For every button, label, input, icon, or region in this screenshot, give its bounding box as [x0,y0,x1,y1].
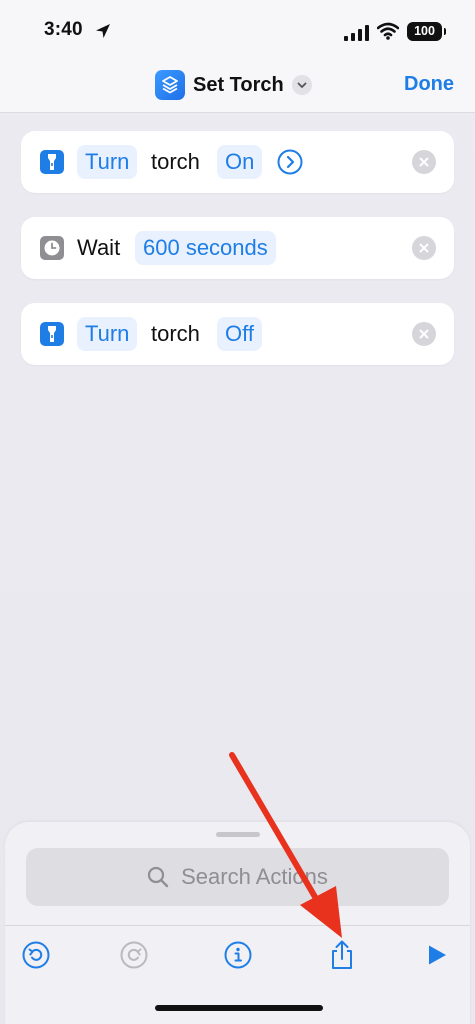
search-actions-field[interactable]: Search Actions [26,848,449,906]
wait-label: Wait [77,235,121,260]
action-card-wait[interactable]: Wait 600 seconds [21,217,454,279]
info-icon [224,941,252,969]
remove-action-button[interactable] [412,150,436,174]
remove-action-button[interactable] [412,322,436,346]
close-icon [419,243,429,253]
cellular-signal-icon [344,25,369,41]
battery-indicator: 100 [407,22,446,41]
actions-bottom-sheet: Search Actions [5,822,470,1024]
run-shortcut-button[interactable] [422,940,452,970]
info-button[interactable] [223,940,253,970]
status-time: 3:40 [44,19,83,40]
done-button[interactable]: Done [404,73,454,96]
shortcut-title-menu[interactable]: Set Torch [155,69,312,101]
chevron-down-icon [291,75,312,95]
clock-icon [40,236,64,260]
shortcuts-app-icon [155,70,185,100]
action-card-turn-torch-on[interactable]: Turn torch On [21,131,454,193]
chevron-right-circle-icon[interactable] [277,149,303,175]
toolbar-divider [5,925,470,926]
status-bar: 3:40 100 [0,0,475,62]
torch-label: torch [151,321,200,346]
layers-icon [162,76,178,94]
search-icon [148,866,169,888]
torch-label: torch [151,149,200,174]
turn-parameter-token[interactable]: Turn [77,317,138,351]
play-icon [429,945,446,965]
share-icon [332,940,352,969]
share-button[interactable] [327,940,357,970]
shortcut-editor-screen: 3:40 100 Set Torch Done Turn torch On Wa… [0,0,475,1024]
home-indicator [155,1005,323,1011]
navigation-bar: Set Torch Done [0,62,475,113]
close-icon [419,157,429,167]
undo-button[interactable] [21,940,51,970]
off-state-token[interactable]: Off [217,317,262,351]
search-placeholder: Search Actions [181,864,328,889]
wifi-icon [377,22,399,40]
flashlight-icon [40,322,64,346]
remove-action-button[interactable] [412,236,436,260]
shortcut-title: Set Torch [193,73,284,96]
flashlight-icon [40,150,64,174]
location-arrow-icon [96,24,110,38]
redo-button[interactable] [119,940,149,970]
on-state-token[interactable]: On [217,145,263,179]
close-icon [419,329,429,339]
undo-icon [22,941,50,969]
sheet-grabber-handle[interactable] [216,832,260,837]
turn-parameter-token[interactable]: Turn [77,145,138,179]
redo-icon [120,941,148,969]
duration-token[interactable]: 600 seconds [135,231,276,265]
action-card-turn-torch-off[interactable]: Turn torch Off [21,303,454,365]
